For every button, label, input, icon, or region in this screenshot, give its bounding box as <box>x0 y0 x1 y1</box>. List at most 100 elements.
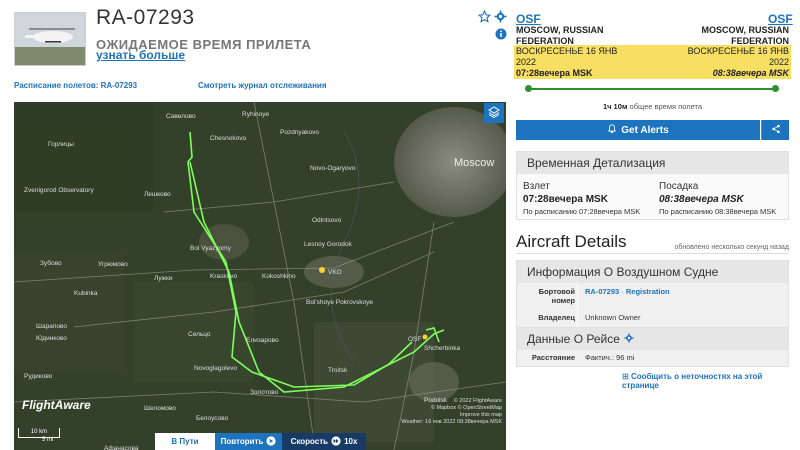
origin-time: 07:28вечера MSK <box>516 68 593 78</box>
aircraft-details-title: Aircraft Details <box>516 232 627 251</box>
schedule-link[interactable]: Расписание полетов: RA-07293 <box>14 81 137 90</box>
total-time-value: 1ч 10м <box>602 102 628 111</box>
map-place-label: Kraskovo <box>210 273 237 280</box>
layers-icon <box>488 105 500 121</box>
track-log-link[interactable]: Смотреть журнал отслеживания <box>198 81 327 90</box>
map-place-label: Kokoshkino <box>262 273 296 280</box>
origin-city-line1: MOSCOW, RUSSIAN <box>516 25 604 35</box>
destination-date: ВОСКРЕСЕНЬЕ 16 ЯНВ <box>687 46 789 56</box>
total-flight-time: 1ч 10м общее время полета <box>516 102 789 111</box>
attribution-line[interactable]: © Mapbox © OpenStreetMap <box>398 405 502 412</box>
map-place-label: Савелово <box>166 113 196 120</box>
tail-number-value-row: RA-07293 · Registration <box>585 287 670 296</box>
plus-icon: ⊞ <box>622 372 629 381</box>
share-icon <box>771 124 781 137</box>
vko-label: VKO <box>328 269 342 276</box>
destination-city: MOSCOW, RUSSIAN FEDERATION <box>660 25 789 47</box>
departure-label: Взлет <box>523 181 550 192</box>
scale-bar: 10 km <box>18 428 60 438</box>
osf-label: OSF <box>408 336 421 343</box>
replay-button[interactable]: Повторить <box>215 433 282 450</box>
time-detail-panel: Временная Детализация Взлет 07:28вечера … <box>516 151 789 220</box>
map-place-label: Shcherbinka <box>424 345 461 352</box>
bell-icon <box>607 123 617 137</box>
map-attribution: © 2022 FlightAware © Mapbox © OpenStreet… <box>398 398 502 426</box>
map-place-label: Юдинково <box>36 335 67 342</box>
flight-data-panel: Данные О Рейсе Расстояние Фактич.: 96 mi <box>516 327 789 367</box>
report-corrections-link[interactable]: ⊞ Сообщить о неточностях на этой страниц… <box>622 372 800 390</box>
play-icon <box>266 435 276 448</box>
origin-dot <box>525 85 532 92</box>
improve-map-link[interactable]: Improve this map <box>398 412 502 419</box>
origin-city: MOSCOW, RUSSIAN FEDERATION <box>516 25 604 47</box>
layers-button[interactable] <box>484 103 504 123</box>
map-place-label: Елизарово <box>246 337 279 344</box>
speed-control[interactable]: Скорость 10x <box>282 433 366 450</box>
map-place-label: Novoglagolevo <box>194 365 237 372</box>
get-alerts-button[interactable]: Get Alerts <box>516 120 760 140</box>
vko-airport-marker[interactable] <box>319 267 325 273</box>
weather-timestamp: Weather: 16 янв 2022 08:38вечера MSK <box>401 419 502 425</box>
owner-value: Unknown Owner <box>585 313 641 322</box>
destination-date-box: ВОСКРЕСЕНЬЕ 16 ЯНВ 2022 08:38вечера MSK <box>651 45 791 79</box>
en-route-tab[interactable]: В Пути <box>155 433 215 450</box>
aircraft-info-title: Информация О Воздушном Судне <box>517 261 788 283</box>
flightaware-logo: FlightAware <box>22 398 91 412</box>
fast-forward-icon <box>331 435 341 448</box>
attribution-line: © 2022 FlightAware <box>453 398 502 404</box>
map-place-label: Bol Vyazyomy <box>190 245 232 252</box>
origin-date: ВОСКРЕСЕНЬЕ 16 ЯНВ <box>516 46 618 56</box>
star-icon[interactable] <box>477 9 492 26</box>
column-divider <box>577 282 578 328</box>
map-place-label: Bol'shoye Pokrovskoye <box>306 299 373 306</box>
en-route-label: В Пути <box>171 437 199 446</box>
divider <box>516 253 789 254</box>
map-place-label: Лужки <box>154 275 173 282</box>
tail-number-label: Бортовой номер <box>538 287 575 305</box>
map-place-label: Афанасова <box>104 445 139 450</box>
destination-code[interactable]: OSF <box>768 12 793 26</box>
map-place-label: Novo-Ogaryovo <box>310 165 356 172</box>
distance-label: Расстояние <box>531 353 575 362</box>
report-corrections-label: Сообщить о неточностях на этой странице <box>622 372 763 390</box>
scale-mi: 5 mi <box>42 437 54 443</box>
arrival-label: Посадка <box>659 181 699 192</box>
destination-city-line1: MOSCOW, RUSSIAN <box>701 25 789 35</box>
replay-label: Повторить <box>220 437 264 446</box>
aircraft-photo[interactable] <box>14 12 86 66</box>
distance-value: Фактич.: 96 mi <box>585 353 635 362</box>
map-place-label: Золотово <box>250 389 279 396</box>
destination-year: 2022 <box>768 57 789 67</box>
time-detail-title: Временная Детализация <box>517 152 788 174</box>
registration-link[interactable]: Registration <box>626 287 670 296</box>
speed-label: Скорость <box>290 437 329 446</box>
origin-date-box: ВОСКРЕСЕНЬЕ 16 ЯНВ 2022 07:28вечера MSK <box>514 45 651 79</box>
map-place-label: Угрюмово <box>98 261 128 268</box>
route-progress-bar <box>528 88 776 90</box>
departure-time: 07:28вечера MSK <box>523 194 608 205</box>
playback-bar: В Пути Повторить Скорость 10x <box>155 433 366 450</box>
map-place-label: Chesnokovo <box>210 135 247 142</box>
tail-number-link[interactable]: RA-07293 <box>585 287 619 296</box>
share-button[interactable] <box>761 120 789 140</box>
osf-airport-marker[interactable] <box>422 334 428 340</box>
arrival-time: 08:38вечера MSK <box>659 194 744 205</box>
map-place-label: Шарапово <box>36 323 67 330</box>
learn-more-link[interactable]: узнать больше <box>96 48 185 62</box>
owner-label: Владелец <box>538 313 575 322</box>
map-place-label: Pozdnyakovo <box>280 129 319 136</box>
map-place-label: Kubinka <box>74 290 98 297</box>
map-place-label: Зубово <box>40 259 62 267</box>
scale-km: 10 km <box>30 429 48 435</box>
departure-scheduled: По расписанию 07:28вечера MSK <box>523 207 641 216</box>
gear-icon[interactable] <box>624 332 634 346</box>
arrival-scheduled: По расписанию 08:38вечера MSK <box>659 207 777 216</box>
gear-icon[interactable] <box>494 10 507 26</box>
origin-code[interactable]: OSF <box>516 12 541 26</box>
map-place-label: Odintsovo <box>312 217 342 224</box>
map-place-label: Белоусово <box>196 415 229 422</box>
info-icon[interactable] <box>495 27 507 43</box>
map-place-label: Шеломово <box>144 405 176 412</box>
map-place-label: Troitsk <box>328 367 348 374</box>
flight-data-header: Данные О Рейсе <box>517 328 788 350</box>
